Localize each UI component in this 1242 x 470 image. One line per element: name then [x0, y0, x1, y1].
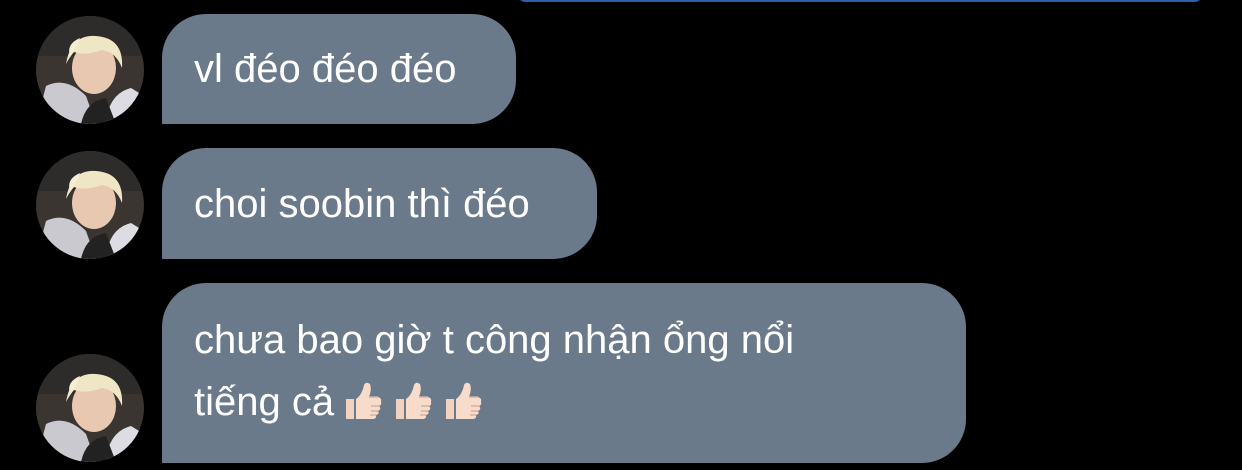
message-text: vl đéo đéo đéo — [194, 47, 457, 91]
message-bubble[interactable]: choi soobin thì đéo — [162, 148, 597, 259]
message-bubble[interactable]: chưa bao giờ t công nhận ổng nổi tiếng c… — [162, 283, 966, 463]
message-text-line: chưa bao giờ t công nhận ổng nổi — [194, 318, 795, 362]
message-text: tiếng cả — [194, 380, 335, 424]
previous-bubble-edge — [516, 0, 1204, 2]
avatar[interactable] — [36, 151, 144, 259]
avatar[interactable] — [36, 354, 144, 462]
thumbs-up-icon — [340, 379, 384, 423]
message-text: choi soobin thì đéo — [194, 181, 530, 226]
avatar[interactable] — [36, 16, 144, 124]
thumbs-up-icon — [440, 379, 484, 423]
thumbs-up-icon — [390, 379, 434, 423]
message-text-line: tiếng cả — [194, 371, 934, 433]
message-bubble[interactable]: vl đéo đéo đéo — [162, 14, 516, 124]
